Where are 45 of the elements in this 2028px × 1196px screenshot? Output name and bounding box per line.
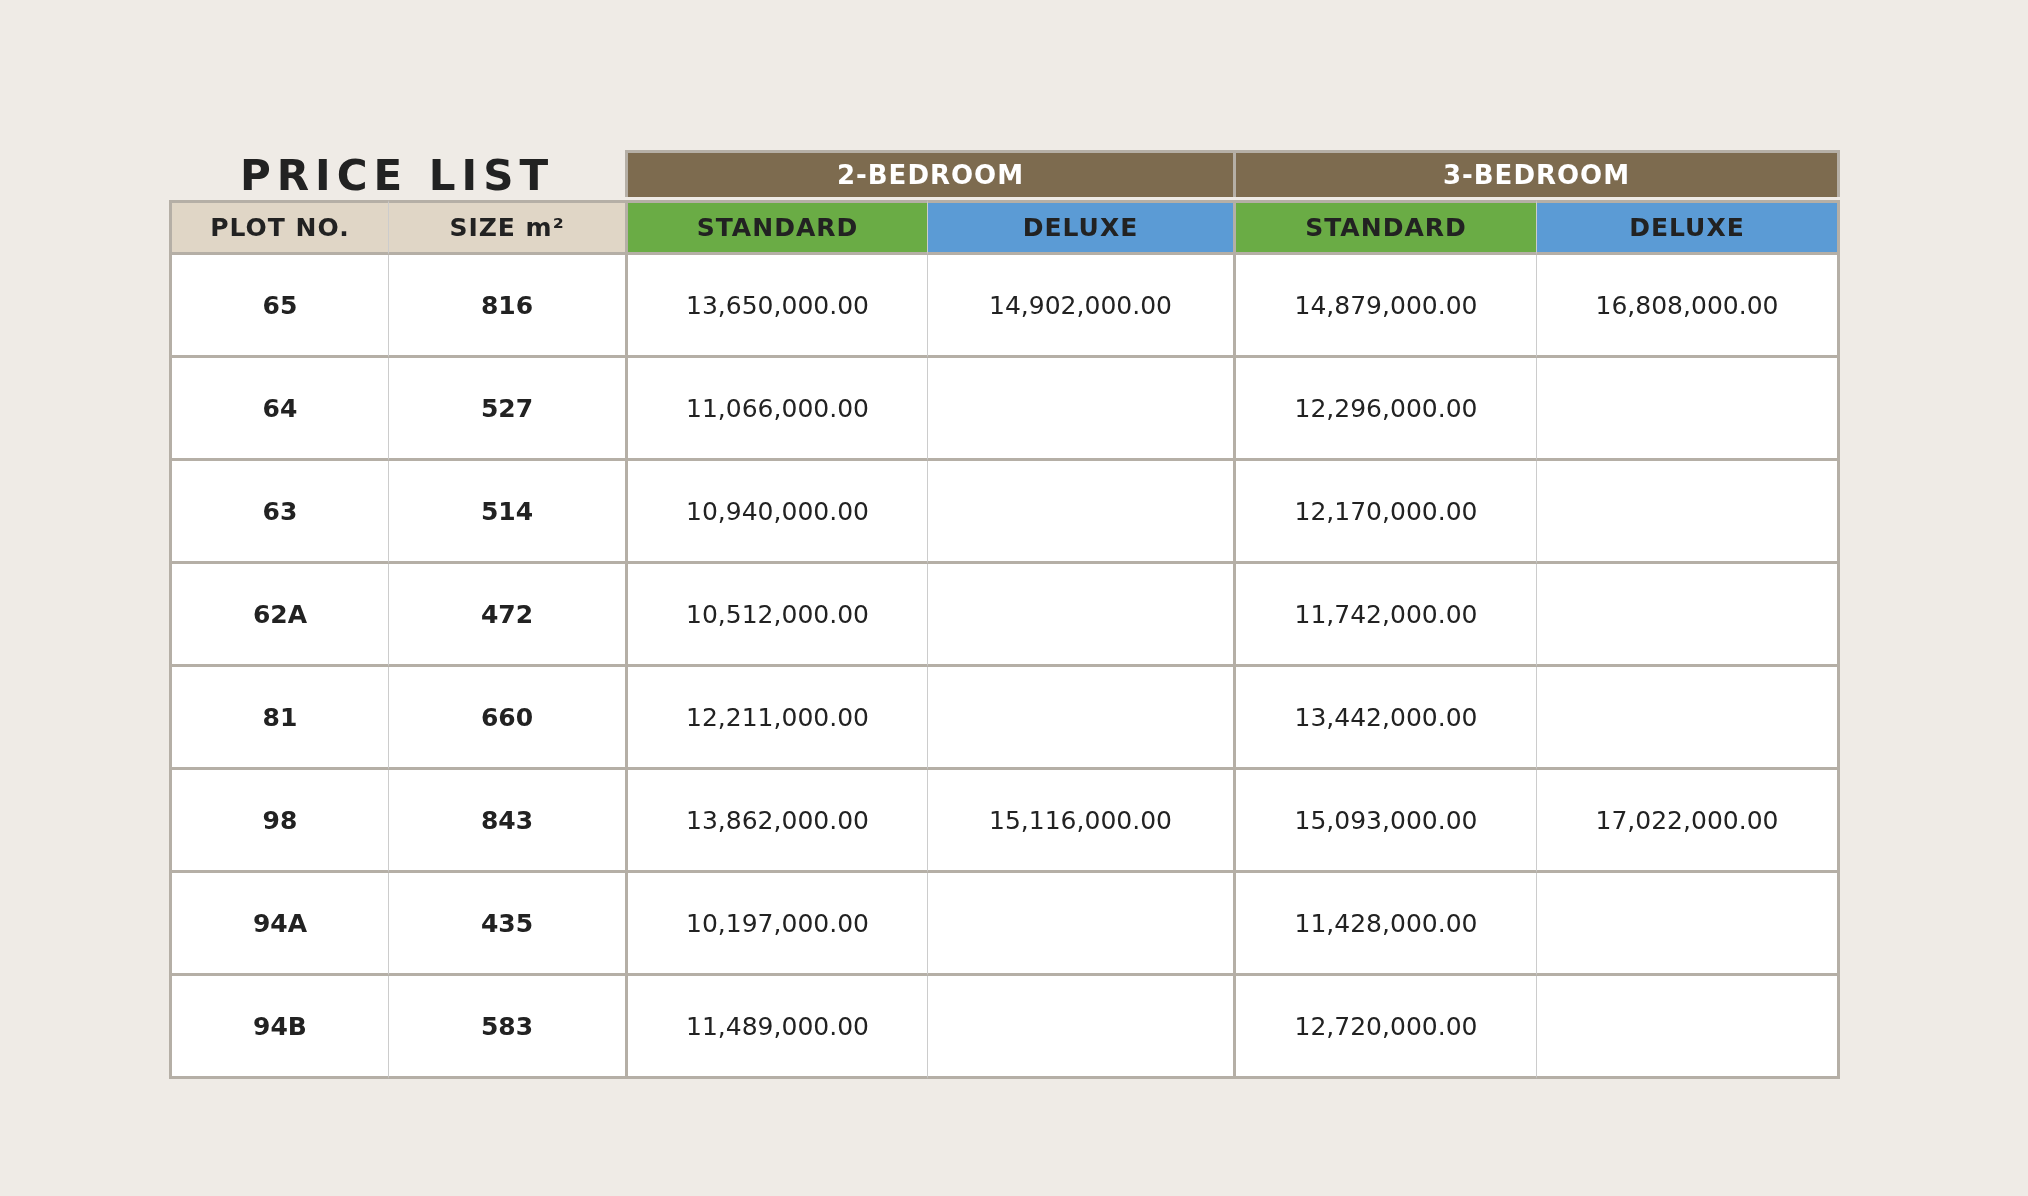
- price-list-title: PRICE LIST: [238, 150, 556, 200]
- table-cell: 514: [480, 496, 534, 526]
- table-cell: 13,650,000.00: [686, 290, 869, 320]
- column-header: STANDARD: [625, 200, 927, 255]
- table-cell: 98: [262, 805, 298, 835]
- table-cell: 63: [262, 496, 298, 526]
- table-cell: 94A: [252, 908, 308, 938]
- table-cell: 435: [480, 908, 534, 938]
- table-cell: 15,093,000.00: [1294, 805, 1478, 835]
- table-cell: 843: [480, 805, 534, 835]
- group-header: 2-BEDROOM: [625, 150, 1233, 197]
- table-cell: 12,170,000.00: [1294, 496, 1478, 526]
- table-cell: 11,428,000.00: [1294, 908, 1478, 938]
- table-cell: 64: [262, 393, 298, 423]
- table-cell: 12,296,000.00: [1294, 393, 1478, 423]
- column-header: STANDARD: [1233, 200, 1536, 255]
- table-cell: 65: [262, 290, 298, 320]
- table-cell: 10,197,000.00: [686, 908, 869, 938]
- table-cell: 11,742,000.00: [1294, 599, 1478, 629]
- table-cell: 62A: [252, 599, 308, 629]
- table-cell: 17,022,000.00: [1595, 805, 1779, 835]
- column-header: SIZE m²: [388, 200, 625, 255]
- column-header: DELUXE: [1536, 200, 1840, 255]
- table-cell: 11,066,000.00: [686, 393, 869, 423]
- group-header: 3-BEDROOM: [1233, 150, 1840, 197]
- column-header: DELUXE: [927, 200, 1233, 255]
- table-cell: 472: [480, 599, 534, 629]
- table-cell: 583: [480, 1011, 534, 1041]
- table-cell: 16,808,000.00: [1595, 290, 1779, 320]
- table-cell: 15,116,000.00: [989, 805, 1172, 835]
- table-cell: 14,879,000.00: [1294, 290, 1478, 320]
- column-header: PLOT NO.: [169, 200, 388, 255]
- table-cell: 13,862,000.00: [686, 805, 869, 835]
- table-cell: 12,720,000.00: [1294, 1011, 1478, 1041]
- table-cell: 10,940,000.00: [686, 496, 869, 526]
- table-cell: 10,512,000.00: [686, 599, 869, 629]
- table-cell: 81: [262, 702, 298, 732]
- table-cell: 94B: [253, 1011, 307, 1041]
- table-cell: 816: [480, 290, 534, 320]
- table-cell: 13,442,000.00: [1294, 702, 1478, 732]
- table-cell: 12,211,000.00: [686, 702, 869, 732]
- table-cell: 11,489,000.00: [686, 1011, 869, 1041]
- table-cell: 527: [480, 393, 534, 423]
- table-cell: 14,902,000.00: [989, 290, 1172, 320]
- table-cell: 660: [480, 702, 534, 732]
